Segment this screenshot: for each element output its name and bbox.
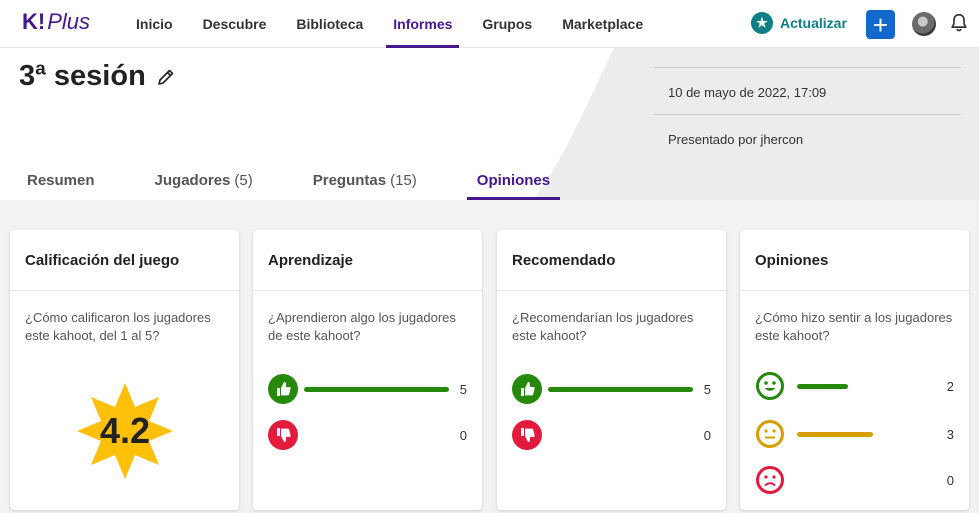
star-icon: ★: [751, 12, 773, 34]
thumbs-down-icon: [268, 420, 298, 450]
no-row: 0: [268, 420, 467, 450]
tab-label: Opiniones: [476, 172, 551, 189]
yes-bar-fill: [304, 386, 449, 392]
positive-row: 2: [755, 371, 954, 401]
pencil-icon[interactable]: [156, 67, 176, 87]
nav-item-informes[interactable]: Informes: [378, 0, 467, 48]
sad-face-icon: [756, 466, 784, 494]
tab-preguntas[interactable]: Preguntas (15): [303, 160, 427, 200]
rating-score: 4.2: [99, 410, 151, 451]
card-title: Aprendizaje: [253, 230, 482, 291]
tab-label: Preguntas: [312, 172, 387, 189]
no-row: 0: [512, 420, 711, 450]
nav-item-descubre[interactable]: Descubre: [188, 0, 282, 48]
report-tabs: Resumen Jugadores (5) Preguntas (15) Opini…: [17, 160, 600, 200]
card-question: ¿Cómo calificaron los jugadores este kah…: [25, 310, 211, 343]
card-question: ¿Recomendarían los jugadores este kahoot…: [512, 310, 694, 343]
no-bar: [548, 433, 693, 438]
positive-count: 2: [946, 378, 954, 394]
tab-label: Resumen: [27, 172, 95, 189]
thumbs-down-icon: [512, 420, 542, 450]
tab-opiniones[interactable]: Opiniones: [466, 160, 561, 200]
learning-card: Aprendizaje ¿Aprendieron algo los jugado…: [253, 230, 482, 510]
card-title: Recomendado: [497, 230, 726, 291]
thumbs-up-icon: [268, 374, 298, 404]
neutral-face-icon: [756, 420, 784, 448]
neutral-bar-fill: [797, 431, 874, 437]
nav-item-marketplace[interactable]: Marketplace: [547, 0, 658, 48]
card-question: ¿Cómo hizo sentir a los jugadores este k…: [755, 310, 953, 343]
feelings-card: Opiniones ¿Cómo hizo sentir a los jugado…: [740, 230, 969, 510]
upgrade-button[interactable]: ★ Actualizar: [751, 12, 847, 34]
logo-k: K!: [22, 9, 46, 34]
card-title: Calificación del juego: [10, 230, 239, 291]
card-title: Opiniones: [740, 230, 969, 291]
neutral-row: 3: [755, 419, 954, 449]
nav-item-grupos[interactable]: Grupos: [467, 0, 547, 48]
negative-count: 0: [946, 472, 954, 488]
tab-jugadores[interactable]: Jugadores (5): [145, 160, 263, 200]
yes-count: 5: [459, 381, 467, 397]
yes-bar: [548, 386, 693, 392]
yes-bar: [304, 386, 449, 392]
happy-face-icon: [756, 372, 784, 400]
neutral-count: 3: [946, 426, 954, 442]
card-question: ¿Aprendieron algo los jugadores de este …: [268, 310, 456, 343]
rating-card: Calificación del juego ¿Cómo calificaron…: [10, 230, 239, 510]
nav-item-inicio[interactable]: Inicio: [121, 0, 188, 48]
top-nav-bar: K! Plus Inicio Descubre Biblioteca Infor…: [0, 0, 979, 48]
tab-count: (5): [234, 172, 253, 189]
recommended-card: Recomendado ¿Recomendarían los jugadores…: [497, 230, 726, 510]
create-button[interactable]: +: [866, 10, 895, 39]
main-nav: Inicio Descubre Biblioteca Informes Grup…: [121, 0, 658, 48]
plus-icon: +: [872, 9, 889, 40]
negative-bar: [797, 478, 924, 483]
neutral-bar: [797, 431, 924, 437]
meta-divider: [654, 114, 961, 115]
tab-label: Jugadores: [154, 172, 231, 189]
yes-bar-fill: [548, 386, 693, 392]
session-title: 3ª sesión: [19, 60, 146, 92]
no-bar: [304, 433, 449, 438]
positive-bar: [797, 383, 924, 389]
logo-plus: Plus: [47, 9, 91, 34]
session-date: 10 de mayo de 2022, 17:09: [668, 85, 827, 100]
meta-divider: [654, 67, 961, 68]
page-title: 3ª sesión: [19, 60, 176, 93]
negative-row: 0: [755, 465, 954, 495]
avatar[interactable]: [912, 12, 936, 36]
upgrade-label: Actualizar: [780, 15, 847, 31]
no-count: 0: [703, 427, 711, 443]
yes-row: 5: [268, 374, 467, 404]
yes-count: 5: [703, 381, 711, 397]
thumbs-up-icon: [512, 374, 542, 404]
presented-by: Presentado por jhercon: [668, 132, 804, 147]
yes-row: 5: [512, 374, 711, 404]
no-count: 0: [459, 427, 467, 443]
positive-bar-fill: [797, 383, 848, 389]
tab-resumen[interactable]: Resumen: [17, 160, 105, 200]
tab-count: (15): [390, 172, 417, 189]
rating-badge: 4.2: [77, 383, 173, 479]
bell-icon[interactable]: [948, 12, 970, 34]
kahoot-plus-logo[interactable]: K! Plus: [22, 9, 90, 35]
nav-item-biblioteca[interactable]: Biblioteca: [281, 0, 378, 48]
